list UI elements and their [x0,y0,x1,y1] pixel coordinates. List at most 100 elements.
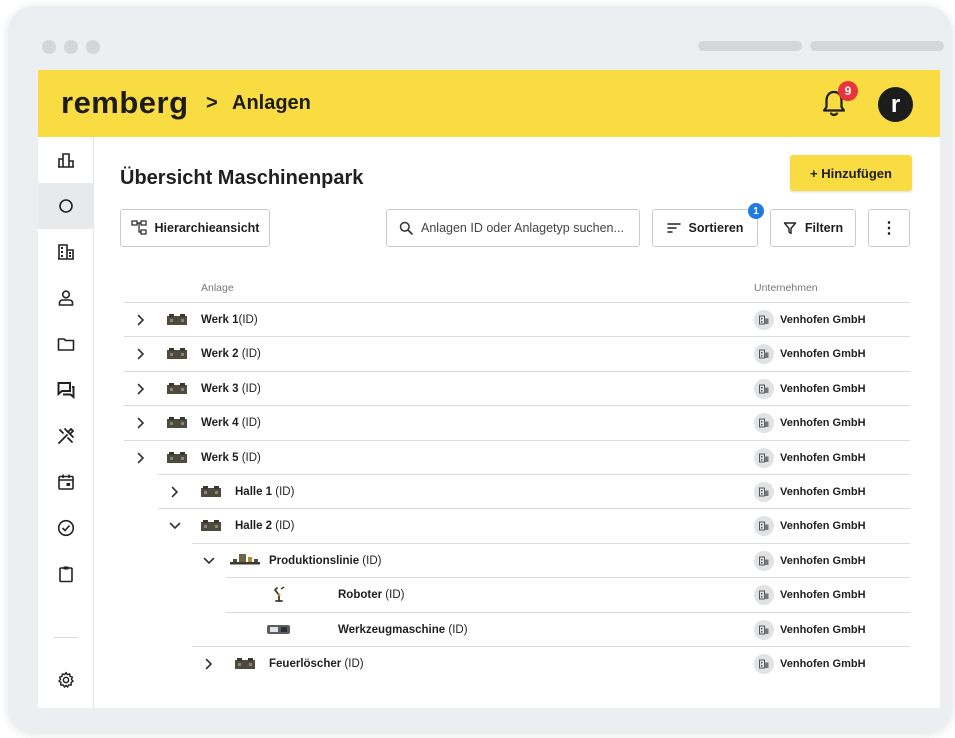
sidebar-item-contacts[interactable] [38,275,94,321]
table-row[interactable]: Halle 1 (ID) Venhofen GmbH [158,474,910,508]
sidebar-item-dashboard[interactable] [38,137,94,183]
company-name: Venhofen GmbH [780,348,866,361]
company-cell[interactable]: Venhofen GmbH [754,482,866,502]
hierarchy-view-button[interactable]: Hierarchieansicht [120,209,270,247]
asset-name[interactable]: Werkzeugmaschine (ID) [338,624,468,636]
company-name: Venhofen GmbH [780,520,866,533]
asset-name[interactable]: Werk 5 (ID) [201,452,261,464]
more-options-button[interactable]: ⋮ [868,209,910,247]
search-input[interactable] [421,221,631,235]
app-window: remberg > Anlagen 9 r Übersicht Maschine… [38,70,940,708]
company-cell[interactable]: Venhofen GmbH [754,550,866,571]
add-button[interactable]: + Hinzufügen [790,155,912,191]
sidebar-item-files[interactable] [38,321,94,367]
breadcrumb[interactable]: Anlagen [232,92,311,115]
chevron-right-icon[interactable] [134,416,148,430]
folder-icon [57,338,75,351]
logo[interactable]: remberg [61,85,189,121]
chevron-down-icon[interactable] [202,554,216,568]
factory-icon [201,484,221,502]
factory-icon [167,415,187,433]
sidebar-item-assets[interactable] [38,183,94,229]
asset-name[interactable]: Halle 1 (ID) [235,486,294,498]
filter-label: Filtern [804,221,844,235]
table-row[interactable]: Werk 4 (ID) Venhofen GmbH [124,405,910,439]
sidebar-item-settings[interactable] [38,657,94,703]
asset-name[interactable]: Produktionslinie (ID) [269,555,381,567]
factory-icon [167,312,187,330]
company-cell[interactable]: Venhofen GmbH [754,447,866,468]
asset-name[interactable]: Feuerlöscher (ID) [269,658,364,670]
asset-name[interactable]: Werk 3 (ID) [201,383,261,395]
sort-button[interactable]: Sortieren [652,209,758,247]
company-building-icon [754,482,774,502]
chevron-right-icon[interactable] [202,657,216,671]
table-row[interactable]: Roboter (ID) Venhofen GmbH [226,577,910,611]
asset-name[interactable]: Werk 2 (ID) [201,348,261,360]
asset-name[interactable]: Roboter (ID) [338,589,404,601]
company-building-icon [754,447,774,468]
table-row[interactable]: Werk 3 (ID) Venhofen GmbH [124,370,910,405]
tickets-chat-icon [57,382,75,400]
company-cell[interactable]: Venhofen GmbH [754,516,866,537]
sidebar-item-forms[interactable] [38,551,94,597]
main-content: Übersicht Maschinenpark + Hinzufügen Hie… [94,137,940,708]
asset-name[interactable]: Werk 4 (ID) [201,417,261,429]
building-icon [58,244,74,260]
sidebar-item-organizations[interactable] [38,229,94,275]
table-row[interactable]: Halle 2 (ID) Venhofen GmbH [158,508,910,542]
company-building-icon [754,619,774,640]
window-placeholder-bars [698,41,944,51]
placeholder-bar [698,41,802,51]
column-header-company[interactable]: Unternehmen [754,282,818,294]
chevron-right-icon[interactable] [134,347,148,361]
asset-name[interactable]: Werk 1(ID) [201,314,258,326]
chevron-down-icon[interactable] [168,519,182,533]
clipboard-icon [59,566,73,583]
search-box[interactable] [386,209,640,247]
chevron-right-icon[interactable] [134,451,148,465]
sidebar-item-calendar[interactable] [38,459,94,505]
company-building-icon [754,516,774,537]
company-cell[interactable]: Venhofen GmbH [754,344,866,365]
window-dot[interactable] [64,40,78,54]
table-row[interactable]: Produktionslinie (ID) Venhofen GmbH [192,542,910,577]
company-name: Venhofen GmbH [780,589,866,602]
company-cell[interactable]: Venhofen GmbH [754,585,866,606]
hierarchy-view-label: Hierarchieansicht [154,221,260,235]
table-row[interactable]: Werkzeugmaschine (ID) Venhofen GmbH [226,611,910,646]
company-cell[interactable]: Venhofen GmbH [754,378,866,399]
company-cell[interactable]: Venhofen GmbH [754,310,866,330]
chevron-right-icon[interactable] [134,313,148,327]
hierarchy-icon [130,220,147,235]
company-building-icon [754,413,774,434]
sidebar-item-work-orders[interactable] [38,413,94,459]
table-row[interactable]: Werk 1(ID) Venhofen GmbH [124,302,910,336]
checkmark-circle-icon [57,519,75,537]
factory-icon [235,656,255,674]
chevron-right-icon[interactable] [168,485,182,499]
page-title: Übersicht Maschinenpark [120,167,364,189]
company-name: Venhofen GmbH [780,314,866,326]
company-cell[interactable]: Venhofen GmbH [754,654,866,674]
company-name: Venhofen GmbH [780,486,866,498]
table-row[interactable]: Feuerlöscher (ID) Venhofen GmbH [192,646,910,680]
window-dot[interactable] [86,40,100,54]
asset-name[interactable]: Halle 2 (ID) [235,520,294,532]
company-cell[interactable]: Venhofen GmbH [754,413,866,434]
company-building-icon [754,344,774,365]
chevron-right-icon[interactable] [134,382,148,396]
avatar[interactable]: r [878,87,913,122]
filter-button[interactable]: Filtern [770,209,856,247]
sidebar-item-tickets[interactable] [38,367,94,413]
table-row[interactable]: Werk 5 (ID) Venhofen GmbH [124,439,910,474]
column-header-asset[interactable]: Anlage [201,282,234,294]
company-building-icon [754,310,774,330]
company-cell[interactable]: Venhofen GmbH [754,619,866,640]
table-row[interactable]: Werk 2 (ID) Venhofen GmbH [124,336,910,370]
sort-count-badge: 1 [748,203,764,219]
factory-icon [167,450,187,468]
tools-icon [58,427,75,444]
sidebar-item-tasks[interactable] [38,505,94,551]
window-dot[interactable] [42,40,56,54]
